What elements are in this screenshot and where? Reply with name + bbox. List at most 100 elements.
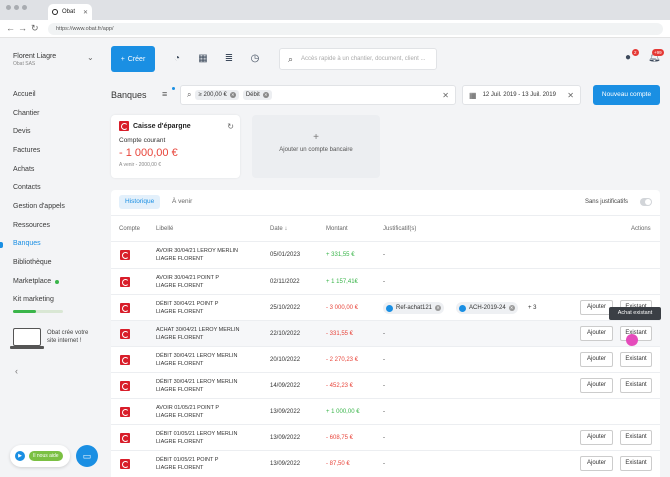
justificatif-pill[interactable]: Ref-achat121 ✕ — [383, 302, 445, 314]
table-row[interactable]: DÉBIT 30/04/21 LEROY MERLIN LIAGRE FLOREN… — [111, 372, 660, 398]
justificatif-pill[interactable]: ACH-2019-24 ✕ — [456, 302, 518, 314]
ajouter-button[interactable]: Ajouter — [580, 326, 613, 341]
create-button[interactable]: + Créer — [111, 46, 155, 72]
existant-button[interactable]: Existant — [620, 456, 652, 471]
sidebar-item-label: Factures — [13, 147, 41, 154]
user-switcher[interactable]: Florent Liagre Obat SAS — [13, 53, 56, 67]
new-account-button[interactable]: Nouveau compte — [593, 85, 660, 105]
clear-filters-icon[interactable]: ✕ — [442, 91, 449, 100]
chat-icon[interactable]: ● — [625, 52, 631, 63]
row-libelle: AVOIR 01/05/21 POINT P LIAGRE FLORENT — [156, 404, 256, 420]
sidebar-item-contacts[interactable]: Contacts — [13, 184, 41, 191]
remove-pill-icon[interactable]: ✕ — [435, 305, 442, 311]
remove-pill-icon[interactable]: ✕ — [508, 305, 515, 311]
row-date: 25/10/2022 — [270, 305, 301, 311]
sidebar-item-label: Accueil — [13, 91, 36, 98]
table-row[interactable]: AVOIR 30/04/21 POINT P LIAGRE FLORENT 02/1… — [111, 268, 660, 294]
calendar-icon[interactable]: ▦ — [197, 53, 209, 65]
close-tab-icon[interactable]: ✕ — [83, 9, 88, 16]
add-account-label: Ajouter un compte bancaire — [279, 147, 353, 153]
remove-chip-icon[interactable]: ✕ — [229, 92, 236, 98]
ajouter-button[interactable]: Ajouter — [580, 456, 613, 471]
existant-button[interactable]: Existant — [620, 430, 652, 445]
chat-support-button[interactable]: ▭ — [76, 445, 98, 467]
existant-button[interactable]: Existant — [620, 378, 652, 393]
filter-active-dot — [172, 87, 175, 90]
row-justificatif: - — [383, 331, 385, 337]
browser-tab[interactable]: Obat ✕ — [48, 4, 92, 20]
calendar-icon: ▦ — [469, 90, 477, 100]
table-row[interactable]: DÉBIT 01/05/21 POINT P LIAGRE FLORENT 13/0… — [111, 450, 660, 476]
list-icon[interactable]: ≣ — [223, 53, 235, 65]
account-card[interactable]: Caisse d'épargne ↻ Compte courant - 1 00… — [111, 115, 240, 178]
filter-icon[interactable]: ≡ — [162, 89, 167, 99]
tab-a-venir[interactable]: À venir — [166, 195, 198, 209]
chevron-down-icon[interactable]: ⌄ — [87, 53, 94, 62]
website-promo[interactable]: Obat crée votre site internet ! — [10, 328, 97, 349]
sans-justificatifs-toggle[interactable] — [640, 198, 652, 206]
window-minimize-dot[interactable] — [14, 5, 19, 10]
row-justificatif: - — [383, 409, 385, 415]
ajouter-button[interactable]: Ajouter — [580, 378, 613, 393]
filter-chip-type[interactable]: Débit ✕ — [242, 90, 272, 100]
tab-historique[interactable]: Historique — [119, 195, 161, 209]
libelle-line-2: LIAGRE FLORENT — [156, 413, 204, 419]
sidebar-item-factures[interactable]: Factures — [13, 147, 40, 154]
row-justificatif: - — [383, 461, 385, 467]
sidebar-item-accueil[interactable]: Accueil — [13, 91, 36, 98]
cursor-pointer-icon — [626, 334, 638, 346]
sidebar-item-gestion-appels[interactable]: Gestion d'appels — [13, 203, 65, 210]
clock-icon[interactable]: ◷ — [249, 53, 261, 65]
window-maximize-dot[interactable] — [22, 5, 27, 10]
help-video-button[interactable]: ▶ Il nous aide — [10, 445, 70, 467]
row-amount: - 87,50 € — [326, 461, 350, 467]
reload-icon[interactable]: ↻ — [31, 23, 39, 34]
caisse-epargne-logo-icon — [119, 121, 129, 131]
libelle-line-2: LIAGRE FLORENT — [156, 256, 204, 262]
row-date: 20/10/2022 — [270, 357, 301, 363]
filter-bar[interactable]: ⌕ ≥ 200,00 € ✕ Débit ✕ ✕ — [180, 85, 456, 105]
sidebar-item-label: Gestion d'appels — [13, 203, 65, 210]
ajouter-button[interactable]: Ajouter — [580, 430, 613, 445]
quick-search-input[interactable]: ⌕ Accès rapide à un chantier, document, … — [279, 48, 437, 70]
search-icon: ⌕ — [288, 53, 294, 64]
table-row[interactable]: AVOIR 30/04/21 LEROY MERLIN LIAGRE FLOREN… — [111, 241, 660, 267]
row-libelle: DÉBIT 30/04/21 POINT P LIAGRE FLORENT — [156, 300, 256, 316]
table-row[interactable]: DÉBIT 30/04/21 LEROY MERLIN LIAGRE FLOREN… — [111, 346, 660, 372]
sidebar-item-chantier[interactable]: Chantier — [13, 110, 39, 117]
document-icon — [459, 304, 466, 312]
back-icon[interactable]: ← — [6, 23, 15, 33]
pie-chart-icon[interactable]: ◔ — [171, 53, 183, 65]
sidebar-item-ressources[interactable]: Ressources — [13, 222, 50, 229]
bank-logo-icon — [120, 433, 130, 443]
bank-logo-icon — [120, 250, 130, 260]
table-row[interactable]: AVOIR 01/05/21 POINT P LIAGRE FLORENT 13/0… — [111, 398, 660, 424]
table-row[interactable]: DÉBIT 01/05/21 LEROY MERLIN LIAGRE FLOREN… — [111, 424, 660, 450]
row-justificatif: - — [383, 279, 385, 285]
refresh-icon[interactable]: ↻ — [227, 122, 234, 131]
address-bar[interactable]: https://www.obat.fr/app/ — [48, 23, 663, 35]
remove-chip-icon[interactable]: ✕ — [262, 92, 269, 98]
row-amount: - 3 000,00 € — [326, 305, 359, 311]
clear-date-icon[interactable]: ✕ — [567, 91, 574, 100]
forward-icon[interactable]: → — [18, 23, 27, 33]
column-header-date[interactable]: Date ↓ — [270, 226, 287, 232]
add-bank-account-card[interactable]: + Ajouter un compte bancaire — [252, 115, 380, 178]
sidebar-item-banques[interactable]: Banques — [13, 240, 41, 247]
table-row[interactable]: ACHAT 30/04/21 LEROY MERLIN LIAGRE FLOREN… — [111, 320, 660, 346]
more-justificatifs[interactable]: + 3 — [528, 305, 537, 311]
table-row[interactable]: DÉBIT 30/04/21 POINT P LIAGRE FLORENT 25/1… — [111, 294, 660, 320]
sidebar-item-devis[interactable]: Devis — [13, 128, 31, 135]
existant-button[interactable]: Existant — [620, 352, 652, 367]
ajouter-button[interactable]: Ajouter — [580, 352, 613, 367]
row-amount: + 1 157,41€ — [326, 279, 358, 285]
collapse-sidebar-icon[interactable]: ‹ — [15, 366, 18, 376]
date-range-picker[interactable]: ▦ 12 Juil. 2019 - 13 Juil. 2019 ✕ — [462, 85, 581, 105]
sidebar-item-bibliotheque[interactable]: Bibliothèque — [13, 259, 52, 266]
filter-chip-amount[interactable]: ≥ 200,00 € ✕ — [195, 90, 239, 100]
sidebar-item-kit-marketing[interactable]: Kit marketing — [13, 296, 54, 303]
libelle-line-2: LIAGRE FLORENT — [156, 439, 204, 445]
sidebar-item-marketplace[interactable]: Marketplace — [13, 278, 60, 285]
sidebar-item-achats[interactable]: Achats — [13, 166, 34, 173]
window-close-dot[interactable] — [6, 5, 11, 10]
